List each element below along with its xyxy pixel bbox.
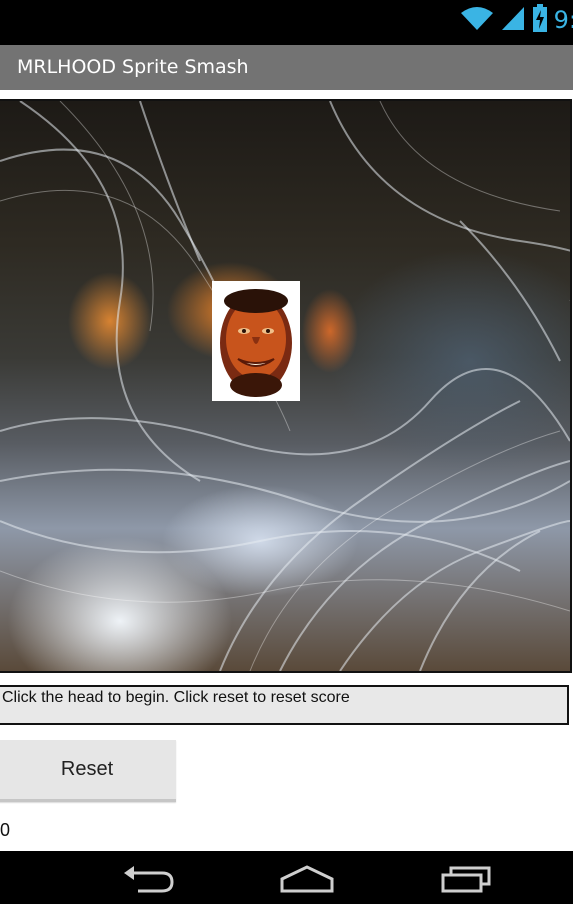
navigation-bar: [0, 851, 573, 904]
instruction-label-box: Click the head to begin. Click reset to …: [0, 685, 569, 725]
back-icon[interactable]: [118, 863, 178, 893]
wifi-icon: [460, 5, 494, 35]
score-value: 0: [0, 820, 11, 840]
app-title: MRLHOOD Sprite Smash: [17, 56, 249, 78]
instruction-text: Click the head to begin. Click reset to …: [2, 689, 350, 706]
recents-icon[interactable]: [437, 863, 497, 893]
clock-time: 9:: [553, 6, 573, 34]
face-sprite[interactable]: [212, 281, 300, 401]
app-title-bar: MRLHOOD Sprite Smash: [0, 45, 573, 90]
status-bar: 9:: [0, 0, 573, 45]
signal-icon: [500, 5, 526, 35]
game-canvas[interactable]: [0, 99, 572, 673]
home-icon[interactable]: [277, 863, 337, 893]
reset-button[interactable]: Reset: [0, 740, 176, 802]
status-icons: 9:: [460, 4, 573, 36]
battery-charging-icon: [532, 4, 548, 36]
